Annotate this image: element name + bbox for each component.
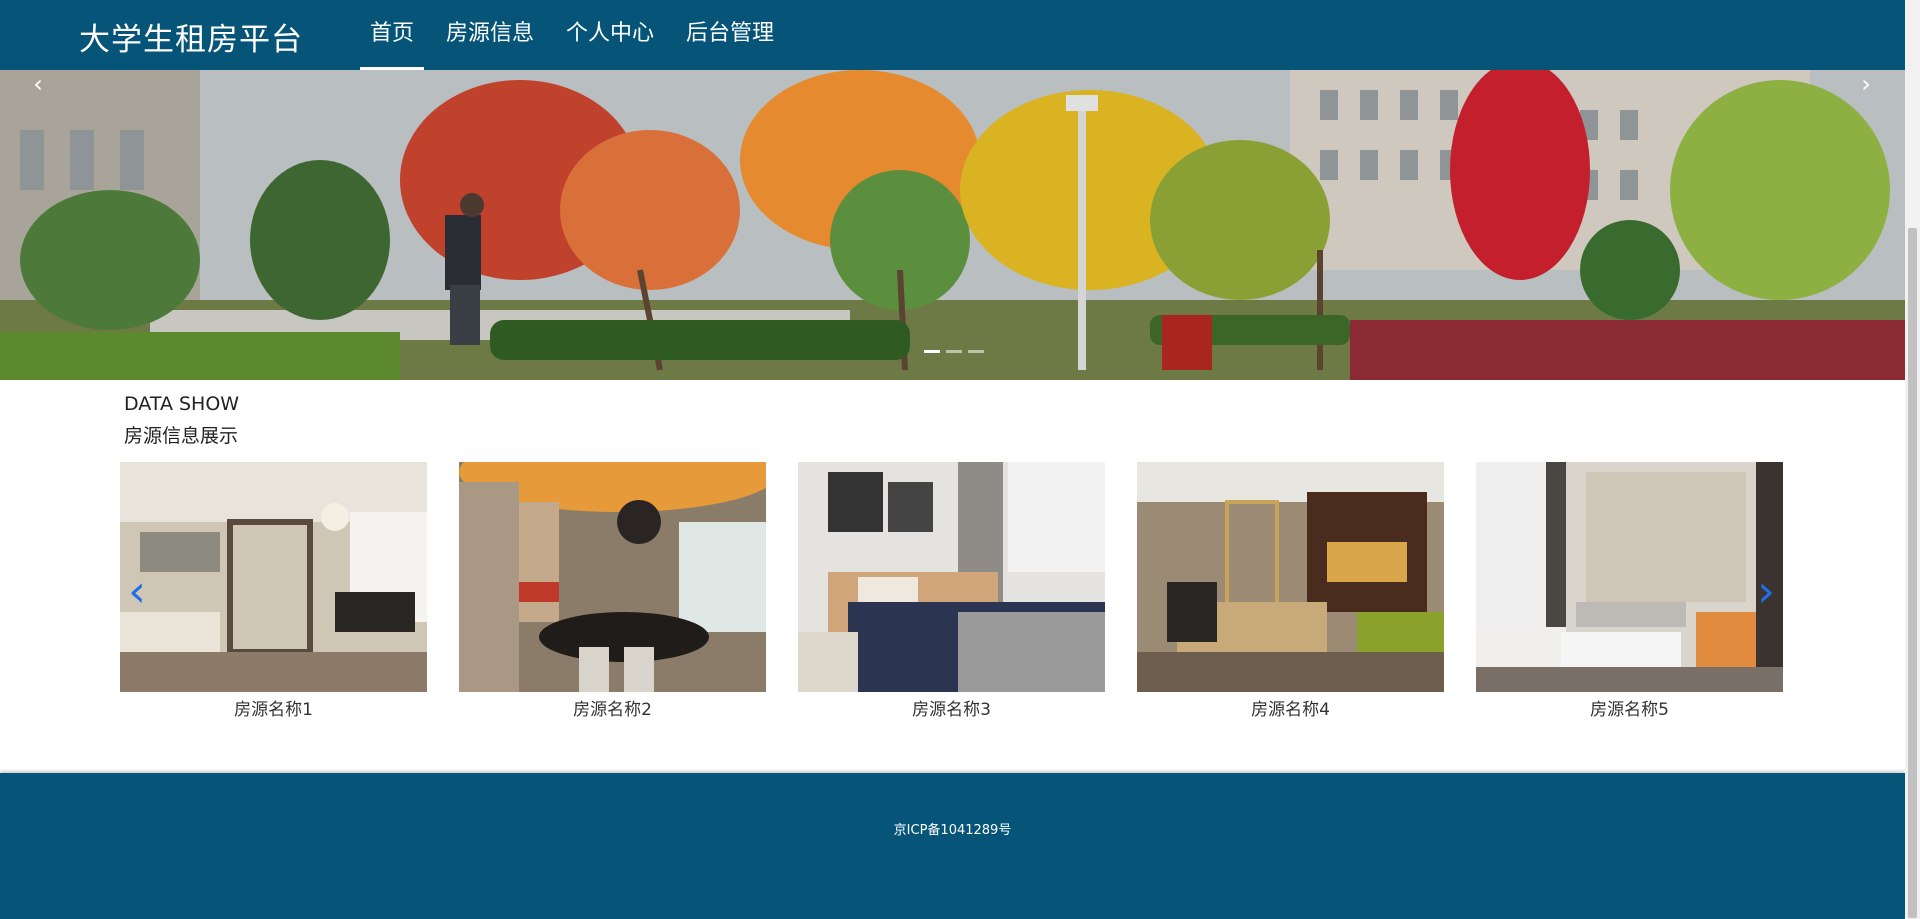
listing-image[interactable] [798, 462, 1105, 692]
nav-listings[interactable]: 房源信息 [432, 0, 548, 70]
listing-image[interactable] [1476, 462, 1783, 692]
listing-name[interactable]: 房源名称4 [1137, 698, 1444, 722]
section-title-cn: 房源信息展示 [124, 425, 239, 447]
site-footer: 京ICP备1041289号 [0, 773, 1905, 919]
listing-name[interactable]: 房源名称3 [798, 698, 1105, 722]
nav-home[interactable]: 首页 [356, 0, 428, 70]
banner-next-button[interactable]: › [1851, 70, 1881, 100]
section-title-en: DATA SHOW [124, 393, 240, 415]
listing-name[interactable]: 房源名称5 [1476, 698, 1783, 722]
listing-card[interactable]: 房源名称5 [1476, 462, 1783, 722]
listing-name[interactable]: 房源名称1 [120, 698, 427, 722]
main-nav: 首页 房源信息 个人中心 后台管理 [356, 0, 792, 70]
listing-card[interactable]: 房源名称4 [1137, 462, 1444, 722]
carousel-prev-button[interactable]: ‹ [122, 568, 152, 618]
listing-image[interactable] [120, 462, 427, 692]
chevron-right-icon: › [1757, 566, 1775, 617]
listing-image[interactable] [1137, 462, 1444, 692]
nav-profile[interactable]: 个人中心 [552, 0, 668, 70]
chevron-left-icon: ‹ [128, 566, 146, 617]
hero-banner[interactable]: ‹ › [0, 70, 1905, 380]
page-scrollbar[interactable] [1905, 0, 1920, 919]
listing-image[interactable] [459, 462, 766, 692]
banner-prev-button[interactable]: ‹ [23, 70, 53, 100]
listing-name[interactable]: 房源名称2 [459, 698, 766, 722]
carousel-next-button[interactable]: › [1751, 568, 1781, 618]
site-brand[interactable]: 大学生租房平台 [79, 14, 303, 59]
icp-record: 京ICP备1041289号 [893, 823, 1012, 838]
nav-admin[interactable]: 后台管理 [672, 0, 788, 70]
banner-indicators [924, 350, 984, 353]
chevron-left-icon: ‹ [33, 70, 43, 98]
top-navbar: 大学生租房平台 首页 房源信息 个人中心 后台管理 [0, 0, 1905, 70]
scrollbar-thumb[interactable] [1908, 228, 1917, 918]
listing-card[interactable]: 房源名称3 [798, 462, 1105, 722]
chevron-right-icon: › [1861, 70, 1871, 98]
listing-carousel: 房源名称1 房源名称2 房源名称3 房源名称4 房源名称5 [120, 462, 1784, 722]
listing-card[interactable]: 房源名称1 [120, 462, 427, 722]
banner-indicator[interactable] [924, 350, 940, 353]
banner-campus-image [0, 70, 1905, 380]
banner-indicator[interactable] [946, 350, 962, 353]
listing-card[interactable]: 房源名称2 [459, 462, 766, 722]
banner-indicator[interactable] [968, 350, 984, 353]
